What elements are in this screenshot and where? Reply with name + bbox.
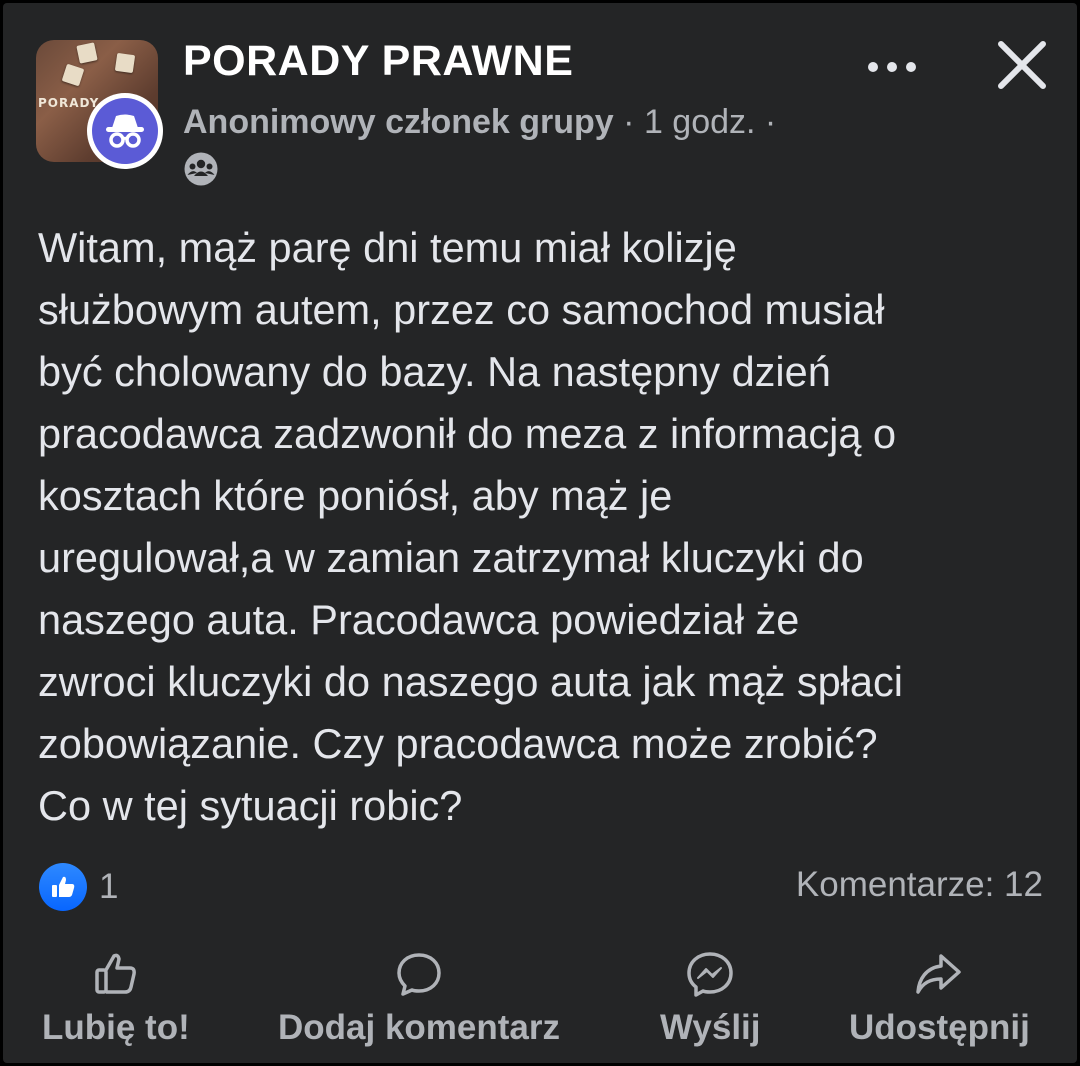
comments-count[interactable]: Komentarze: 12 — [796, 865, 1043, 905]
group-name[interactable]: PORADY PRAWNE — [183, 37, 573, 86]
group-avatar-word: PORADY — [38, 96, 100, 110]
close-button[interactable] — [993, 36, 1051, 94]
like-reaction-icon — [39, 863, 87, 911]
reactions-summary[interactable]: 1 — [39, 863, 118, 911]
like-label: Lubię to! — [42, 1008, 190, 1047]
like-button[interactable]: Lubię to! — [42, 948, 190, 1048]
group-icon — [183, 151, 219, 187]
member-avatar[interactable] — [87, 93, 163, 169]
incognito-icon — [92, 98, 158, 164]
more-icon — [868, 62, 878, 72]
meta-separator-trailing: · — [755, 103, 777, 141]
meta-separator: · — [613, 103, 644, 141]
comment-label: Dodaj komentarz — [278, 1008, 560, 1047]
more-icon-dot — [906, 62, 916, 72]
post-meta: Anonimowy członek grupy · 1 godz. · — [183, 103, 776, 142]
close-icon — [998, 41, 1046, 89]
share-label: Udostępnij — [849, 1008, 1030, 1047]
send-button[interactable]: Wyślij — [660, 948, 761, 1048]
post-card: PORADY PORADY PRAWNE Anonimowy członek g… — [3, 3, 1077, 1063]
comment-button[interactable]: Dodaj komentarz — [278, 948, 560, 1048]
scrabble-tile — [76, 42, 98, 64]
more-icon-dot — [887, 62, 897, 72]
scrabble-tile — [114, 52, 136, 74]
scrabble-tile — [61, 63, 85, 87]
share-button[interactable]: Udostępnij — [849, 948, 1030, 1048]
thumbs-up-icon — [95, 953, 136, 994]
send-label: Wyślij — [660, 1008, 761, 1047]
share-icon — [916, 954, 962, 994]
more-options-button[interactable] — [857, 47, 927, 87]
post-time[interactable]: 1 godz. — [644, 103, 756, 141]
action-bar: Lubię to! Dodaj komentarz Wyślij Udostęp… — [3, 948, 1077, 1058]
author-name[interactable]: Anonimowy członek grupy — [183, 103, 614, 141]
reaction-count: 1 — [99, 867, 119, 906]
comment-icon — [397, 953, 441, 996]
messenger-icon — [687, 952, 733, 997]
post-text: Witam, mąż parę dni temu miał kolizję sł… — [38, 224, 903, 829]
